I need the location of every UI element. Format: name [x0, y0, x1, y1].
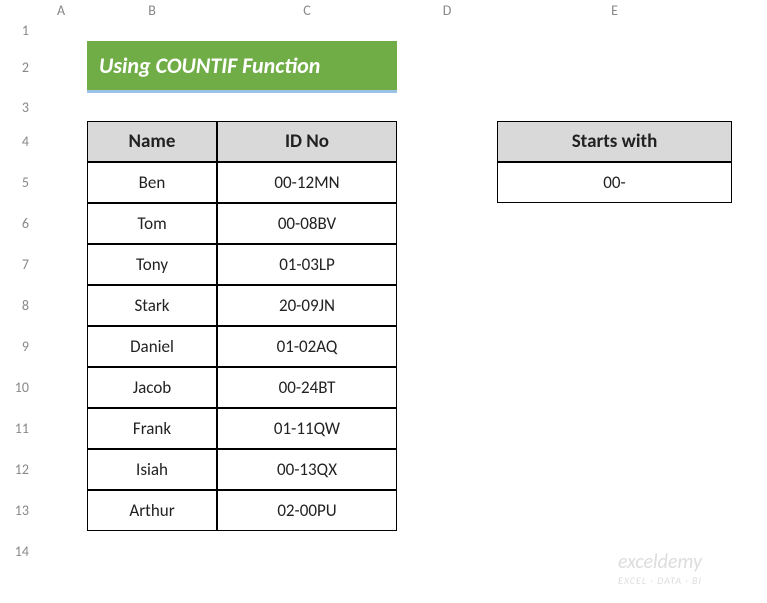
table1-cell-id[interactable]: 01-02AQ — [217, 326, 397, 367]
cell-a4[interactable] — [35, 121, 87, 162]
table1-cell-id[interactable]: 00-13QX — [217, 449, 397, 490]
table1-cell-name[interactable]: Frank — [87, 408, 217, 449]
table1-header-name[interactable]: Name — [87, 121, 217, 162]
cell[interactable] — [35, 326, 87, 367]
table1-cell-name[interactable]: Stark — [87, 285, 217, 326]
row-header-13[interactable]: 13 — [0, 490, 35, 531]
table1-cell-id[interactable]: 02-00PU — [217, 490, 397, 531]
cell[interactable] — [397, 449, 767, 490]
row-header-12[interactable]: 12 — [0, 449, 35, 490]
table1-cell-name[interactable]: Jacob — [87, 367, 217, 408]
table1-cell-name[interactable]: Isiah — [87, 449, 217, 490]
select-all-corner[interactable] — [0, 0, 35, 20]
table1-cell-name[interactable]: Tony — [87, 244, 217, 285]
cell[interactable] — [397, 490, 767, 531]
cell[interactable] — [35, 93, 767, 121]
table2-value[interactable]: 00- — [497, 162, 732, 203]
cell[interactable] — [35, 408, 87, 449]
col-header-e[interactable]: E — [497, 0, 732, 20]
cell[interactable] — [35, 449, 87, 490]
cell[interactable] — [397, 244, 767, 285]
row-header-6[interactable]: 6 — [0, 203, 35, 244]
col-header-d[interactable]: D — [397, 0, 497, 20]
row-header-5[interactable]: 5 — [0, 162, 35, 203]
table2-header[interactable]: Starts with — [497, 121, 732, 162]
row-header-8[interactable]: 8 — [0, 285, 35, 326]
table1-cell-name[interactable]: Tom — [87, 203, 217, 244]
cell[interactable] — [397, 326, 767, 367]
table1-cell-id[interactable]: 01-11QW — [217, 408, 397, 449]
table1-cell-name[interactable]: Ben — [87, 162, 217, 203]
col-header-c[interactable]: C — [217, 0, 397, 20]
col-header-b[interactable]: B — [87, 0, 217, 20]
cell-d4[interactable] — [397, 121, 497, 162]
cell-a2[interactable] — [35, 41, 87, 93]
watermark-text: exceldemy — [618, 550, 702, 574]
row-header-3[interactable]: 3 — [0, 93, 35, 121]
watermark: exceldemy EXCEL · DATA · BI — [618, 550, 702, 587]
col-header-a[interactable]: A — [35, 0, 87, 20]
cell[interactable] — [732, 162, 767, 203]
table1-cell-id[interactable]: 20-09JN — [217, 285, 397, 326]
cell[interactable] — [35, 203, 87, 244]
cell[interactable] — [397, 367, 767, 408]
row-header-11[interactable]: 11 — [0, 408, 35, 449]
watermark-subtext: EXCEL · DATA · BI — [618, 574, 702, 587]
row-header-2[interactable]: 2 — [0, 41, 35, 93]
col-header-end — [732, 0, 767, 20]
cell[interactable] — [35, 244, 87, 285]
cell[interactable] — [397, 408, 767, 449]
cell[interactable] — [397, 162, 497, 203]
row-header-10[interactable]: 10 — [0, 367, 35, 408]
table1-cell-id[interactable]: 00-12MN — [217, 162, 397, 203]
table1-cell-id[interactable]: 01-03LP — [217, 244, 397, 285]
cell[interactable] — [397, 203, 767, 244]
cell[interactable] — [35, 162, 87, 203]
cell[interactable] — [35, 285, 87, 326]
row-header-7[interactable]: 7 — [0, 244, 35, 285]
table1-cell-name[interactable]: Arthur — [87, 490, 217, 531]
title-cell[interactable]: Using COUNTIF Function — [87, 41, 397, 93]
row-header-1[interactable]: 1 — [0, 20, 35, 41]
row-header-4[interactable]: 4 — [0, 121, 35, 162]
spreadsheet: A B C D E 1 2 Using COUNTIF Function 3 4… — [0, 0, 767, 572]
cell[interactable] — [732, 121, 767, 162]
cell[interactable] — [35, 490, 87, 531]
row-header-14[interactable]: 14 — [0, 531, 35, 572]
cell[interactable] — [35, 367, 87, 408]
table1-header-id[interactable]: ID No — [217, 121, 397, 162]
table1-cell-name[interactable]: Daniel — [87, 326, 217, 367]
cell[interactable] — [397, 41, 767, 93]
table1-cell-id[interactable]: 00-24BT — [217, 367, 397, 408]
row-header-9[interactable]: 9 — [0, 326, 35, 367]
cell[interactable] — [35, 20, 767, 41]
table1-cell-id[interactable]: 00-08BV — [217, 203, 397, 244]
cell[interactable] — [397, 285, 767, 326]
